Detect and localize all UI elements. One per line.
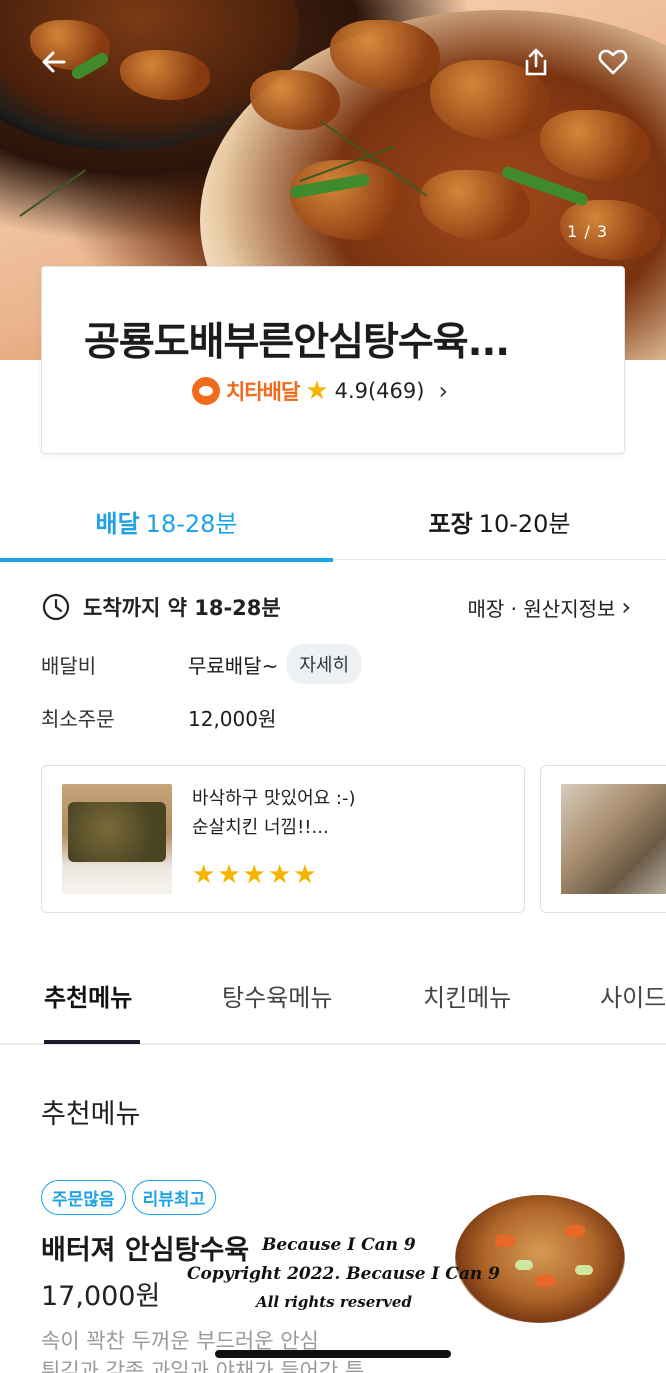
min-order-value: 12,000원 xyxy=(188,706,277,731)
star-icon: ★ xyxy=(242,860,266,890)
review-stars: ★ ★ ★ ★ ★ xyxy=(192,862,317,888)
badge-best-review: 리뷰최고 xyxy=(131,1180,217,1215)
star-icon: ★ xyxy=(305,376,329,406)
review-text: 바삭하구 맛있어요 :-) 순살치킨 너낌!!... xyxy=(192,784,356,842)
tab-delivery-time: 18-28분 xyxy=(145,509,238,538)
active-tab-indicator xyxy=(0,558,333,562)
heart-icon xyxy=(598,49,628,75)
review-text-line: 바삭하구 맛있어요 :-) xyxy=(192,788,356,809)
menu-item-name[interactable]: 배터져 안심탕수육 xyxy=(41,1228,249,1267)
watermark-line: All rights reserved xyxy=(256,1293,412,1311)
delivery-fee-value: 무료배달~ xyxy=(188,653,279,678)
menu-item-badges: 주문많음 리뷰최고 xyxy=(41,1180,217,1215)
tab-pickup[interactable]: 포장 10-20분 xyxy=(333,482,666,560)
arrow-left-icon xyxy=(42,51,66,73)
menu-item-price: 17,000원 xyxy=(41,1281,161,1312)
tab-delivery[interactable]: 배달 18-28분 xyxy=(0,482,333,562)
menu-item-description-line: 튀김과 각종 과일과 야채가 들어간 특... xyxy=(41,1359,385,1373)
order-type-tabs: 배달 18-28분 포장 10-20분 xyxy=(0,482,666,562)
chevron-right-icon: › xyxy=(438,377,449,405)
review-photo xyxy=(62,784,172,894)
delivery-fee-detail-button[interactable]: 자세히 xyxy=(286,644,363,684)
tab-side-menu[interactable]: 사이드 xyxy=(600,978,666,1013)
tab-delivery-label: 배달 xyxy=(95,509,140,538)
home-indicator[interactable] xyxy=(215,1350,451,1358)
star-icon: ★ xyxy=(293,860,317,890)
store-info-card: 공룡도배부른안심탕수육... 치타배달 ★ 4.9(469) › xyxy=(41,266,625,454)
active-tab-indicator xyxy=(44,1040,140,1044)
cheeta-brand-label: 치타배달 xyxy=(226,380,300,404)
min-order-label: 최소주문 xyxy=(41,706,115,731)
star-icon: ★ xyxy=(192,860,216,890)
review-card[interactable]: 바삭하구 맛있어요 :-) 순살치킨 너낌!!... ★ ★ ★ ★ ★ xyxy=(41,765,525,913)
review-photo xyxy=(561,784,666,894)
star-icon: ★ xyxy=(217,860,241,890)
store-origin-info-label: 매장 · 원산지정보 xyxy=(467,596,616,621)
cheeta-logo-icon xyxy=(192,377,220,405)
hero-rosemary xyxy=(19,169,87,217)
store-rating: 4.9(469) xyxy=(334,379,425,403)
watermark-line: Because I Can 9 xyxy=(262,1235,416,1255)
badge-popular: 주문많음 xyxy=(41,1180,126,1215)
delivery-fee-row: 배달비 무료배달~ 자세히 xyxy=(41,644,363,684)
tab-pickup-label: 포장 xyxy=(428,509,473,538)
photo-garnish xyxy=(565,1225,585,1237)
review-photo-food xyxy=(68,802,166,862)
clock-icon xyxy=(42,593,70,621)
tab-pickup-time: 10-20분 xyxy=(478,509,571,538)
review-card[interactable] xyxy=(540,765,666,913)
menu-item-photo[interactable] xyxy=(455,1195,625,1323)
chevron-right-icon: › xyxy=(621,593,631,621)
review-text-line: 순살치킨 너낌!!... xyxy=(192,817,329,838)
favorite-button[interactable] xyxy=(591,40,635,84)
back-button[interactable] xyxy=(32,40,76,84)
eta-row: 도착까지 약 18-28분 매장 · 원산지정보 › xyxy=(41,590,631,624)
star-icon: ★ xyxy=(267,860,292,890)
min-order-row: 최소주문 12,000원 xyxy=(41,697,276,737)
menu-category-tabs: 추천메뉴 탕수육메뉴 치킨메뉴 사이드 xyxy=(0,960,666,1045)
image-counter: 1 / 3 xyxy=(567,222,608,241)
photo-garnish xyxy=(575,1265,593,1275)
tab-tangsuyuk-menu[interactable]: 탕수육메뉴 xyxy=(222,978,332,1013)
photo-garnish xyxy=(495,1235,515,1247)
store-name: 공룡도배부른안심탕수육... xyxy=(84,320,510,365)
eta-text: 도착까지 약 18-28분 xyxy=(83,596,281,620)
photo-garnish xyxy=(515,1260,533,1270)
store-origin-info-link[interactable]: 매장 · 원산지정보 › xyxy=(468,593,631,622)
tab-recommended-menu[interactable]: 추천메뉴 xyxy=(44,978,132,1013)
tab-chicken-menu[interactable]: 치킨메뉴 xyxy=(423,978,511,1013)
rating-row[interactable]: 치타배달 ★ 4.9(469) › xyxy=(192,375,448,407)
delivery-fee-label: 배달비 xyxy=(41,653,97,678)
share-button[interactable] xyxy=(514,40,558,84)
photo-garnish xyxy=(535,1275,555,1287)
watermark-line: Copyright 2022. Because I Can 9 xyxy=(187,1264,500,1284)
share-icon xyxy=(525,48,547,76)
section-title: 추천메뉴 xyxy=(41,1099,141,1130)
